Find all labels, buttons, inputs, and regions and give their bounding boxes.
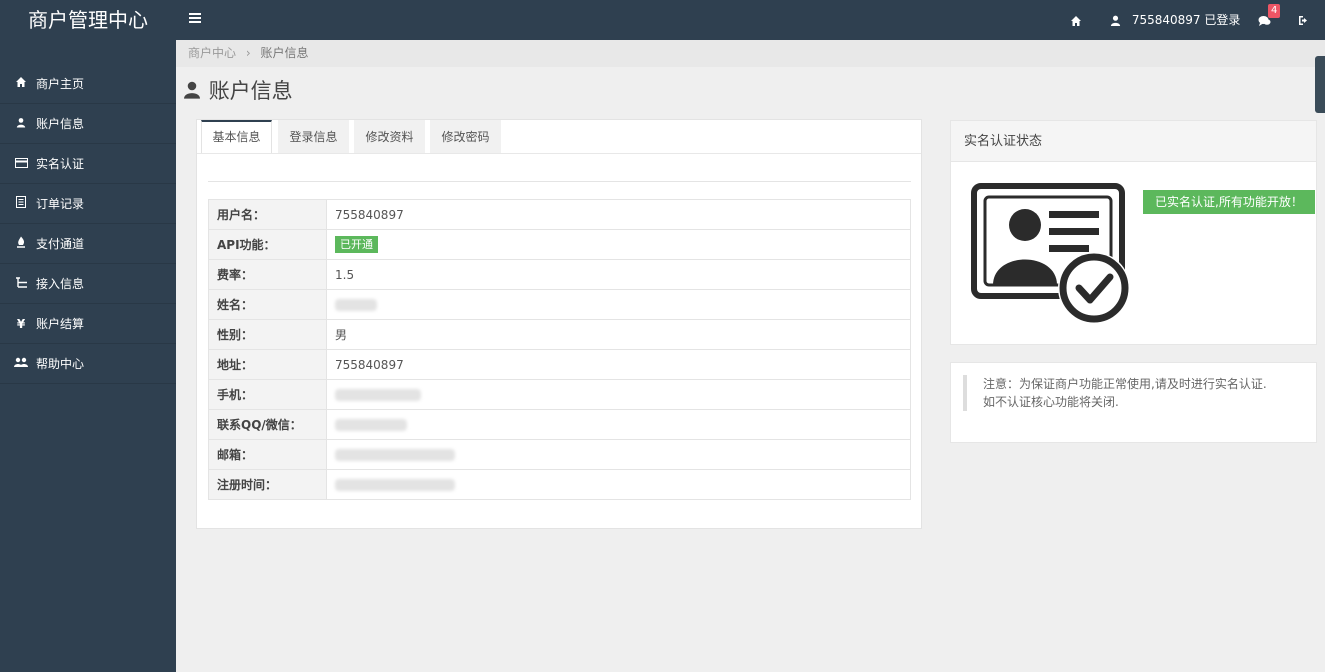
table-row: 用户名： 755840897 [208, 199, 911, 230]
home-icon [14, 64, 28, 104]
sidebar-item-label: 实名认证 [36, 157, 85, 171]
top-navbar: 商户管理中心 755840897 已登录 4 [0, 0, 1325, 40]
table-row: 地址： 755840897 [208, 349, 911, 380]
sidebar-item-account[interactable]: 账户信息 [0, 104, 176, 144]
menu-toggle-icon[interactable] [189, 13, 203, 25]
sidebar-item-orders[interactable]: 订单记录 [0, 184, 176, 224]
receipt-icon [14, 184, 28, 224]
id-card-verified-icon [971, 183, 1131, 328]
sidebar: 商户主页 账户信息 实名认证 订单记录 支付通道 接入信息 ¥ 账户结算 帮助中… [0, 40, 176, 672]
user-icon [1110, 15, 1121, 26]
account-info-table: 用户名： 755840897 API功能： 已开通 费率： 1.5 姓名： 性别… [208, 199, 911, 500]
tab-change-password[interactable]: 修改密码 [430, 120, 501, 154]
tab-basic-info[interactable]: 基本信息 [201, 120, 272, 154]
api-status-badge: 已开通 [335, 236, 378, 253]
user-login-label: 755840897 已登录 [1131, 13, 1241, 27]
table-row: 姓名： [208, 289, 911, 320]
page-title: 账户信息 [184, 77, 293, 106]
logout-icon[interactable] [1298, 0, 1310, 40]
sidebar-item-label: 订单记录 [36, 197, 85, 211]
verified-status-badge: 已实名认证,所有功能开放！ [1143, 190, 1315, 214]
field-label: 地址： [208, 349, 327, 380]
qq-wechat-value-redacted [335, 419, 407, 431]
tab-edit-profile[interactable]: 修改资料 [354, 120, 425, 154]
panel-title: 实名认证状态 [951, 121, 1316, 162]
field-label: 邮箱： [208, 439, 327, 470]
field-label: 联系QQ/微信： [208, 409, 327, 440]
fire-icon [14, 224, 28, 264]
table-row: 联系QQ/微信： [208, 409, 911, 440]
sidebar-item-label: 支付通道 [36, 237, 85, 251]
email-value-redacted [335, 449, 455, 461]
sidebar-item-label: 账户信息 [36, 117, 85, 131]
sidebar-item-settlement[interactable]: ¥ 账户结算 [0, 304, 176, 344]
tab-divider [197, 153, 921, 154]
field-label: 性别： [208, 319, 327, 350]
breadcrumb: 商户中心 › 账户信息 [176, 40, 1325, 67]
register-time-value-redacted [335, 479, 455, 491]
message-count-badge: 4 [1268, 4, 1281, 18]
page-title-text: 账户信息 [208, 79, 293, 103]
field-label: 手机： [208, 379, 327, 410]
rate-value: 1.5 [326, 259, 911, 290]
address-value: 755840897 [326, 349, 911, 380]
user-icon [14, 104, 28, 144]
account-info-panel: 基本信息 登录信息 修改资料 修改密码 用户名： 755840897 API功能… [196, 119, 922, 529]
divider [208, 181, 911, 182]
sidebar-item-label: 接入信息 [36, 277, 85, 291]
field-label: 费率： [208, 259, 327, 290]
sidebar-item-payment-channels[interactable]: 支付通道 [0, 224, 176, 264]
gender-value: 男 [326, 319, 911, 350]
sitemap-icon [14, 264, 28, 304]
messages-button[interactable]: 4 [1258, 0, 1281, 40]
table-row: 手机： [208, 379, 911, 410]
tab-login-info[interactable]: 登录信息 [278, 120, 349, 154]
notice-panel: 注意：为保证商户功能正常使用,请及时进行实名认证. 如不认证核心功能将关闭. [950, 362, 1317, 443]
username-value: 755840897 [326, 199, 911, 230]
field-label: API功能： [208, 229, 327, 260]
notice-line: 注意：为保证商户功能正常使用,请及时进行实名认证. [983, 377, 1267, 391]
field-label: 用户名： [208, 199, 327, 230]
table-row: 性别： 男 [208, 319, 911, 350]
sidebar-item-label: 商户主页 [36, 77, 85, 91]
breadcrumb-root-link[interactable]: 商户中心 [188, 46, 236, 60]
users-icon [14, 344, 28, 384]
sidebar-item-home[interactable]: 商户主页 [0, 64, 176, 104]
sidebar-item-help[interactable]: 帮助中心 [0, 344, 176, 384]
yen-icon: ¥ [16, 317, 26, 331]
sidebar-item-label: 账户结算 [36, 317, 85, 331]
scrollbar[interactable] [1315, 56, 1325, 113]
home-icon[interactable] [1070, 0, 1082, 40]
sidebar-item-integration[interactable]: 接入信息 [0, 264, 176, 304]
notice-line: 如不认证核心功能将关闭. [983, 395, 1119, 409]
credit-card-icon [14, 144, 28, 184]
breadcrumb-current: 账户信息 [260, 46, 309, 60]
notice-quote: 注意：为保证商户功能正常使用,请及时进行实名认证. 如不认证核心功能将关闭. [963, 375, 1267, 411]
app-title: 商户管理中心 [28, 8, 148, 32]
breadcrumb-separator: › [245, 46, 251, 60]
table-row: 费率： 1.5 [208, 259, 911, 290]
table-row: 邮箱： [208, 439, 911, 470]
field-label: 姓名： [208, 289, 327, 320]
phone-value-redacted [335, 389, 421, 401]
sidebar-item-label: 帮助中心 [36, 357, 85, 371]
sidebar-item-verification[interactable]: 实名认证 [0, 144, 176, 184]
table-row: API功能： 已开通 [208, 229, 911, 260]
name-value-redacted [335, 299, 377, 311]
table-row: 注册时间： [208, 469, 911, 500]
field-label: 注册时间： [208, 469, 327, 500]
verification-status-panel: 实名认证状态 已实名认证,所有功能开放！ [950, 120, 1317, 345]
user-icon [184, 78, 202, 106]
user-menu[interactable]: 755840897 已登录 [1110, 0, 1240, 40]
